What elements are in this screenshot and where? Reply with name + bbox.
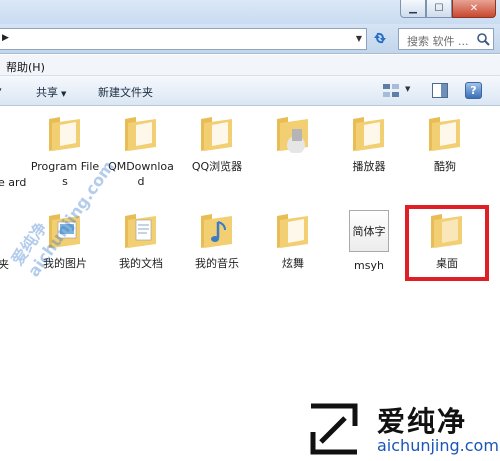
view-options-icon[interactable] (383, 84, 399, 97)
menu-help[interactable]: 帮助(H) (6, 59, 45, 75)
address-bar[interactable]: ▶ ▼ (0, 28, 367, 50)
address-row: ▶ ▼ 搜索 软件 ... (0, 24, 500, 54)
folder-my-music[interactable]: 我的音乐 (182, 210, 252, 271)
item-label: QQ浏览器 (191, 160, 243, 173)
item-label: msyh (354, 259, 384, 272)
item-label: 酷狗 (434, 160, 456, 173)
folder-xuanwu[interactable]: 炫舞 (258, 210, 328, 271)
item-label: 我的音乐 (195, 257, 239, 270)
search-box[interactable]: 搜索 软件 ... (398, 28, 494, 50)
view-dropdown-icon[interactable]: ▼ (405, 85, 410, 93)
partial-item-label-2: 夹 (0, 258, 9, 271)
folder-qmdownload[interactable]: QMDownload (106, 113, 176, 189)
item-label: 播放器 (352, 160, 386, 173)
folder-icon (122, 113, 160, 153)
preview-pane-icon[interactable] (432, 83, 448, 98)
new-folder-button[interactable]: 新建文件夹 (98, 84, 153, 100)
folder-player[interactable]: 播放器 (334, 113, 404, 174)
folder-icon (426, 113, 464, 153)
item-label: 炫舞 (282, 257, 304, 270)
maximize-button[interactable]: ☐ (426, 0, 452, 18)
brand-logo-icon (310, 403, 358, 455)
minimize-button[interactable]: ▁ (400, 0, 426, 18)
brand-watermark: 爱纯净 aichunjing.com (303, 396, 500, 461)
folder-icon (274, 113, 312, 153)
folder-icon (198, 113, 236, 153)
toolbar: ▾ 共享▼ 新建文件夹 ▼ ? (0, 76, 500, 106)
folder-icon (46, 113, 84, 153)
folder-icon (198, 210, 236, 250)
help-icon[interactable]: ? (465, 82, 482, 99)
close-button[interactable]: ✕ (452, 0, 496, 18)
breadcrumb-arrow-icon[interactable]: ▶ (2, 33, 9, 43)
folder-icon (274, 210, 312, 250)
brand-name: 爱纯净 (377, 405, 468, 438)
toolbar-prev-arrow-icon[interactable]: ▾ (0, 84, 2, 97)
folder-unnamed[interactable] (258, 113, 328, 153)
window-controls: ▁ ☐ ✕ (400, 0, 496, 18)
item-label: QMDownload (108, 160, 174, 188)
partial-item-label: e ard (0, 176, 27, 189)
title-bar: ▁ ☐ ✕ (0, 0, 500, 24)
search-icon[interactable] (476, 32, 490, 46)
file-msyh[interactable]: 简体字 msyh (334, 210, 404, 273)
folder-kugou[interactable]: 酷狗 (410, 113, 480, 174)
menu-bar: 帮助(H) (0, 55, 500, 76)
search-input[interactable]: 搜索 软件 ... (407, 33, 468, 49)
brand-url: aichunjing.com (377, 436, 499, 455)
refresh-icon[interactable] (371, 30, 389, 46)
highlight-box (405, 205, 489, 281)
folder-qq-browser[interactable]: QQ浏览器 (182, 113, 252, 174)
font-file-icon: 简体字 (349, 210, 389, 252)
share-dropdown-icon: ▼ (61, 90, 67, 98)
share-label: 共享 (36, 86, 58, 99)
folder-icon (350, 113, 388, 153)
watermark-diagonal: 爱纯净 aichunjing.com (7, 157, 119, 281)
address-dropdown-icon[interactable]: ▼ (356, 34, 362, 43)
share-button[interactable]: 共享 ▼ (36, 84, 66, 100)
